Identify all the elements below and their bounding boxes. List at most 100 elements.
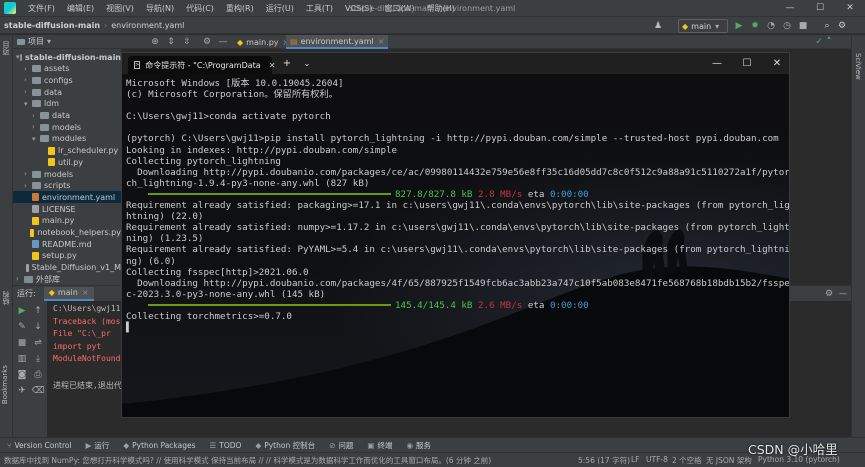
- coverage-icon[interactable]: ◔: [765, 19, 777, 32]
- minimize-button[interactable]: —: [775, 0, 805, 16]
- menu-code[interactable]: 代码(C): [180, 3, 220, 14]
- tree-item[interactable]: ▾ modules: [13, 133, 121, 145]
- tree-item[interactable]: Stable_Diffusion_v1_M: [13, 262, 121, 274]
- json-schema[interactable]: 无 JSON 架构: [706, 455, 752, 466]
- terminal-minimize-button[interactable]: —: [702, 53, 732, 74]
- menu-vcs[interactable]: VCS(S): [339, 4, 378, 13]
- hide-icon[interactable]: —: [839, 289, 847, 298]
- expand-arrow-icon[interactable]: ›: [32, 123, 40, 131]
- terminal-tab[interactable]: > 命令提示符 - "C:\ProgramData ✕: [128, 56, 275, 74]
- expand-arrow-icon[interactable]: ›: [24, 65, 32, 73]
- wrench-icon[interactable]: ✎: [16, 321, 28, 333]
- menu-tools[interactable]: 工具(T): [300, 3, 339, 14]
- scroll-down-icon[interactable]: ↓: [32, 321, 44, 333]
- indent-setting[interactable]: 2 个空格: [672, 455, 702, 466]
- breadcrumb-project[interactable]: stable-diffusion-main: [0, 21, 104, 30]
- menu-file[interactable]: 文件(F): [22, 3, 61, 14]
- tree-item[interactable]: util.py: [13, 156, 121, 168]
- expand-arrow-icon[interactable]: ›: [24, 182, 32, 190]
- tree-item[interactable]: setup.py: [13, 250, 121, 262]
- expand-arrow-icon[interactable]: ▾: [32, 135, 40, 143]
- menu-refactor[interactable]: 重构(R): [220, 3, 260, 14]
- user-icon[interactable]: ♟: [652, 19, 664, 32]
- expand-arrow-icon[interactable]: ›: [24, 170, 32, 178]
- trash-icon[interactable]: ⌫: [32, 385, 45, 397]
- terminal-close-button[interactable]: ✕: [762, 53, 789, 74]
- breadcrumb-file[interactable]: environment.yaml: [107, 21, 188, 30]
- project-panel-header[interactable]: 项目 ▾: [13, 35, 121, 49]
- tree-item[interactable]: main.py: [13, 215, 121, 227]
- tree-item[interactable]: LICENSE: [13, 203, 121, 215]
- target-icon[interactable]: ⊕: [149, 35, 161, 48]
- expand-arrow-icon[interactable]: ▾: [24, 100, 32, 108]
- tool-window-button[interactable]: ◉ 服务: [400, 440, 439, 451]
- tab-dropdown-button[interactable]: ⌄: [292, 53, 322, 74]
- tree-item[interactable]: › assets: [13, 63, 121, 75]
- run-tab-main[interactable]: ◆ main ×: [43, 286, 94, 301]
- tree-item[interactable]: › models: [13, 121, 121, 133]
- camera-icon[interactable]: ◙: [16, 369, 28, 381]
- settings-gear-icon[interactable]: ⚙: [836, 19, 848, 32]
- tool-window-button[interactable]: ▣ 终端: [360, 440, 399, 451]
- collapse-all-icon[interactable]: ⇳: [181, 35, 193, 48]
- expand-arrow-icon[interactable]: ›: [16, 275, 24, 283]
- stop-icon[interactable]: ■: [797, 19, 809, 32]
- expand-arrow-icon[interactable]: ›: [24, 88, 32, 96]
- tree-item[interactable]: ▾ stable-diffusion-main: [13, 51, 121, 63]
- maximize-button[interactable]: ☐: [805, 0, 835, 16]
- gear-icon[interactable]: ⚙: [825, 289, 833, 299]
- search-icon[interactable]: ⌕: [821, 19, 833, 32]
- close-window-button[interactable]: ✕: [835, 0, 865, 16]
- menu-navigate[interactable]: 导航(N): [140, 3, 180, 14]
- gear-icon[interactable]: ⚙: [201, 35, 213, 48]
- tree-item[interactable]: › data: [13, 110, 121, 122]
- menu-help[interactable]: 帮助(H): [421, 3, 461, 14]
- tool-window-button[interactable]: ◆ Python Packages: [116, 441, 202, 450]
- line-separator[interactable]: LF: [631, 455, 640, 464]
- tree-item[interactable]: ▾ ldm: [13, 98, 121, 110]
- tree-item[interactable]: › models: [13, 168, 121, 180]
- menu-run[interactable]: 运行(U): [260, 3, 300, 14]
- tool-window-button[interactable]: ▶ 运行: [79, 440, 117, 451]
- tree-item[interactable]: › 外部库: [13, 273, 121, 285]
- print-icon[interactable]: ⎙: [32, 369, 44, 381]
- tree-item[interactable]: › data: [13, 86, 121, 98]
- expand-arrow-icon[interactable]: ›: [24, 76, 32, 84]
- menu-window[interactable]: 窗口(W): [378, 3, 420, 14]
- tool-window-button[interactable]: ⑂ Version Control: [0, 441, 79, 450]
- rerun-icon[interactable]: ▶: [16, 305, 28, 317]
- scroll-end-icon[interactable]: ⤓: [32, 353, 44, 365]
- terminal-maximize-button[interactable]: ☐: [732, 53, 762, 74]
- tree-item[interactable]: README.md: [13, 238, 121, 250]
- caret-position[interactable]: 5:56 (17 字符): [578, 455, 630, 466]
- file-encoding[interactable]: UTF-8: [646, 455, 668, 464]
- scroll-up-icon[interactable]: ↑: [32, 305, 44, 317]
- tool-window-button[interactable]: ◆ Python 控制台: [248, 440, 322, 451]
- tree-item[interactable]: lr_scheduler.py: [13, 145, 121, 157]
- close-tab-icon[interactable]: ×: [378, 37, 385, 46]
- tab-environment-yaml[interactable]: ▤ environment.yaml ×: [286, 35, 389, 49]
- tool-window-button[interactable]: ☰ TODO: [203, 441, 249, 450]
- soft-wrap-icon[interactable]: ⇌: [32, 337, 44, 349]
- stop-icon[interactable]: ■: [16, 337, 28, 349]
- structure-tool-tab[interactable]: 结构: [1, 291, 11, 305]
- tree-item[interactable]: notebook_helpers.py: [13, 227, 121, 239]
- hide-icon[interactable]: —: [217, 35, 229, 48]
- bookmarks-tool-tab[interactable]: Bookmarks: [1, 365, 9, 404]
- run-icon[interactable]: ▶: [733, 19, 745, 32]
- menu-view[interactable]: 视图(V): [100, 3, 140, 14]
- command-prompt-window[interactable]: > 命令提示符 - "C:\ProgramData ✕ + ⌄ — ☐ ✕ Mi…: [121, 52, 790, 418]
- expand-arrow-icon[interactable]: ▾: [16, 53, 20, 61]
- project-tool-tab[interactable]: 项目: [1, 41, 11, 55]
- tree-item[interactable]: › scripts: [13, 180, 121, 192]
- expand-arrow-icon[interactable]: ›: [32, 112, 40, 120]
- expand-all-icon[interactable]: ⇕: [165, 35, 177, 48]
- chevron-up-icon[interactable]: ˄: [823, 35, 835, 48]
- tree-item[interactable]: environment.yaml: [13, 191, 121, 204]
- status-message[interactable]: 数据库中找到 NumPy: 您想打开科学模式吗? // 使用科学模式 保持当前布…: [0, 455, 560, 466]
- profile-icon[interactable]: ◷: [781, 19, 793, 32]
- menu-edit[interactable]: 编辑(E): [61, 3, 100, 14]
- close-tab-icon[interactable]: ×: [82, 288, 89, 297]
- terminal-body[interactable]: Microsoft Windows [版本 10.0.19045.2604] (c…: [122, 74, 789, 417]
- tab-main-py[interactable]: ◆ main.py ×: [233, 35, 293, 49]
